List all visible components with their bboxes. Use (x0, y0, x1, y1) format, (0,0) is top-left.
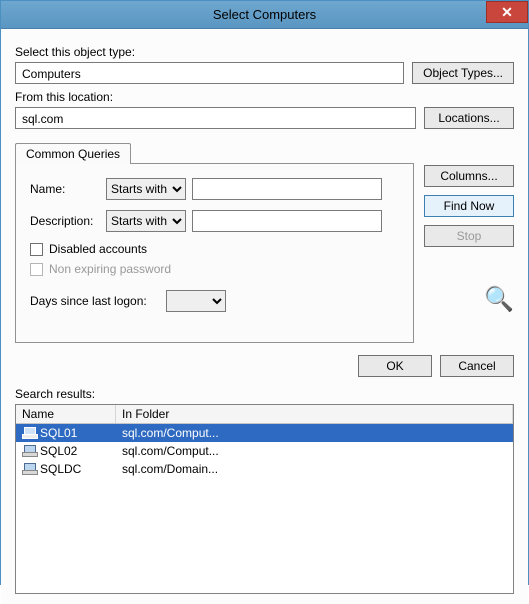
cancel-button[interactable]: Cancel (440, 355, 514, 377)
disabled-accounts-checkbox[interactable] (30, 243, 43, 256)
name-label: Name: (30, 182, 100, 196)
object-types-button[interactable]: Object Types... (412, 62, 514, 84)
stop-button: Stop (424, 225, 514, 247)
queries-panel: Name: Starts with Description: Starts wi… (15, 163, 414, 343)
non-expiring-label: Non expiring password (49, 262, 171, 276)
object-type-field[interactable]: Computers (15, 62, 404, 84)
ok-button[interactable]: OK (358, 355, 432, 377)
days-since-logon-select[interactable] (166, 290, 226, 312)
row-folder: sql.com/Comput... (116, 443, 513, 459)
column-header-name[interactable]: Name (16, 405, 116, 423)
description-operator-select[interactable]: Starts with (106, 210, 186, 232)
object-type-label: Select this object type: (15, 45, 514, 59)
name-operator-select[interactable]: Starts with (106, 178, 186, 200)
description-label: Description: (30, 214, 100, 228)
computer-icon (22, 445, 36, 457)
days-since-logon-label: Days since last logon: (30, 294, 160, 308)
search-results-label: Search results: (15, 387, 514, 401)
computer-icon (22, 463, 36, 475)
computer-icon (22, 427, 36, 439)
row-name-cell: SQL02 (16, 443, 116, 459)
from-location-field[interactable]: sql.com (15, 107, 416, 129)
search-icon: 🔍 (484, 285, 514, 314)
row-name: SQL02 (40, 444, 77, 458)
table-row[interactable]: SQLDC sql.com/Domain... (16, 460, 513, 478)
close-button[interactable]: ✕ (486, 1, 528, 23)
row-name: SQLDC (40, 462, 81, 476)
locations-button[interactable]: Locations... (424, 107, 514, 129)
right-button-column: Columns... Find Now Stop 🔍 (424, 143, 514, 314)
column-header-folder[interactable]: In Folder (116, 405, 513, 423)
row-folder: sql.com/Comput... (116, 425, 513, 441)
titlebar: Select Computers ✕ (1, 1, 528, 29)
from-location-label: From this location: (15, 90, 514, 104)
name-input[interactable] (192, 178, 382, 200)
row-name-cell: SQL01 (16, 425, 116, 441)
results-header: Name In Folder (16, 405, 513, 424)
close-icon: ✕ (501, 4, 513, 21)
non-expiring-checkbox (30, 263, 43, 276)
find-now-button[interactable]: Find Now (424, 195, 514, 217)
dialog-title: Select Computers (213, 7, 316, 22)
row-name-cell: SQLDC (16, 461, 116, 477)
row-folder: sql.com/Domain... (116, 461, 513, 477)
dialog-body: Select this object type: Computers Objec… (1, 29, 528, 604)
disabled-accounts-label: Disabled accounts (49, 242, 147, 256)
results-list[interactable]: Name In Folder SQL01sql.com/Comput...SQL… (15, 404, 514, 594)
row-name: SQL01 (40, 426, 77, 440)
columns-button[interactable]: Columns... (424, 165, 514, 187)
table-row[interactable]: SQL01 sql.com/Comput... (16, 424, 513, 442)
tab-common-queries[interactable]: Common Queries (15, 143, 131, 164)
table-row[interactable]: SQL02 sql.com/Comput... (16, 442, 513, 460)
description-input[interactable] (192, 210, 382, 232)
